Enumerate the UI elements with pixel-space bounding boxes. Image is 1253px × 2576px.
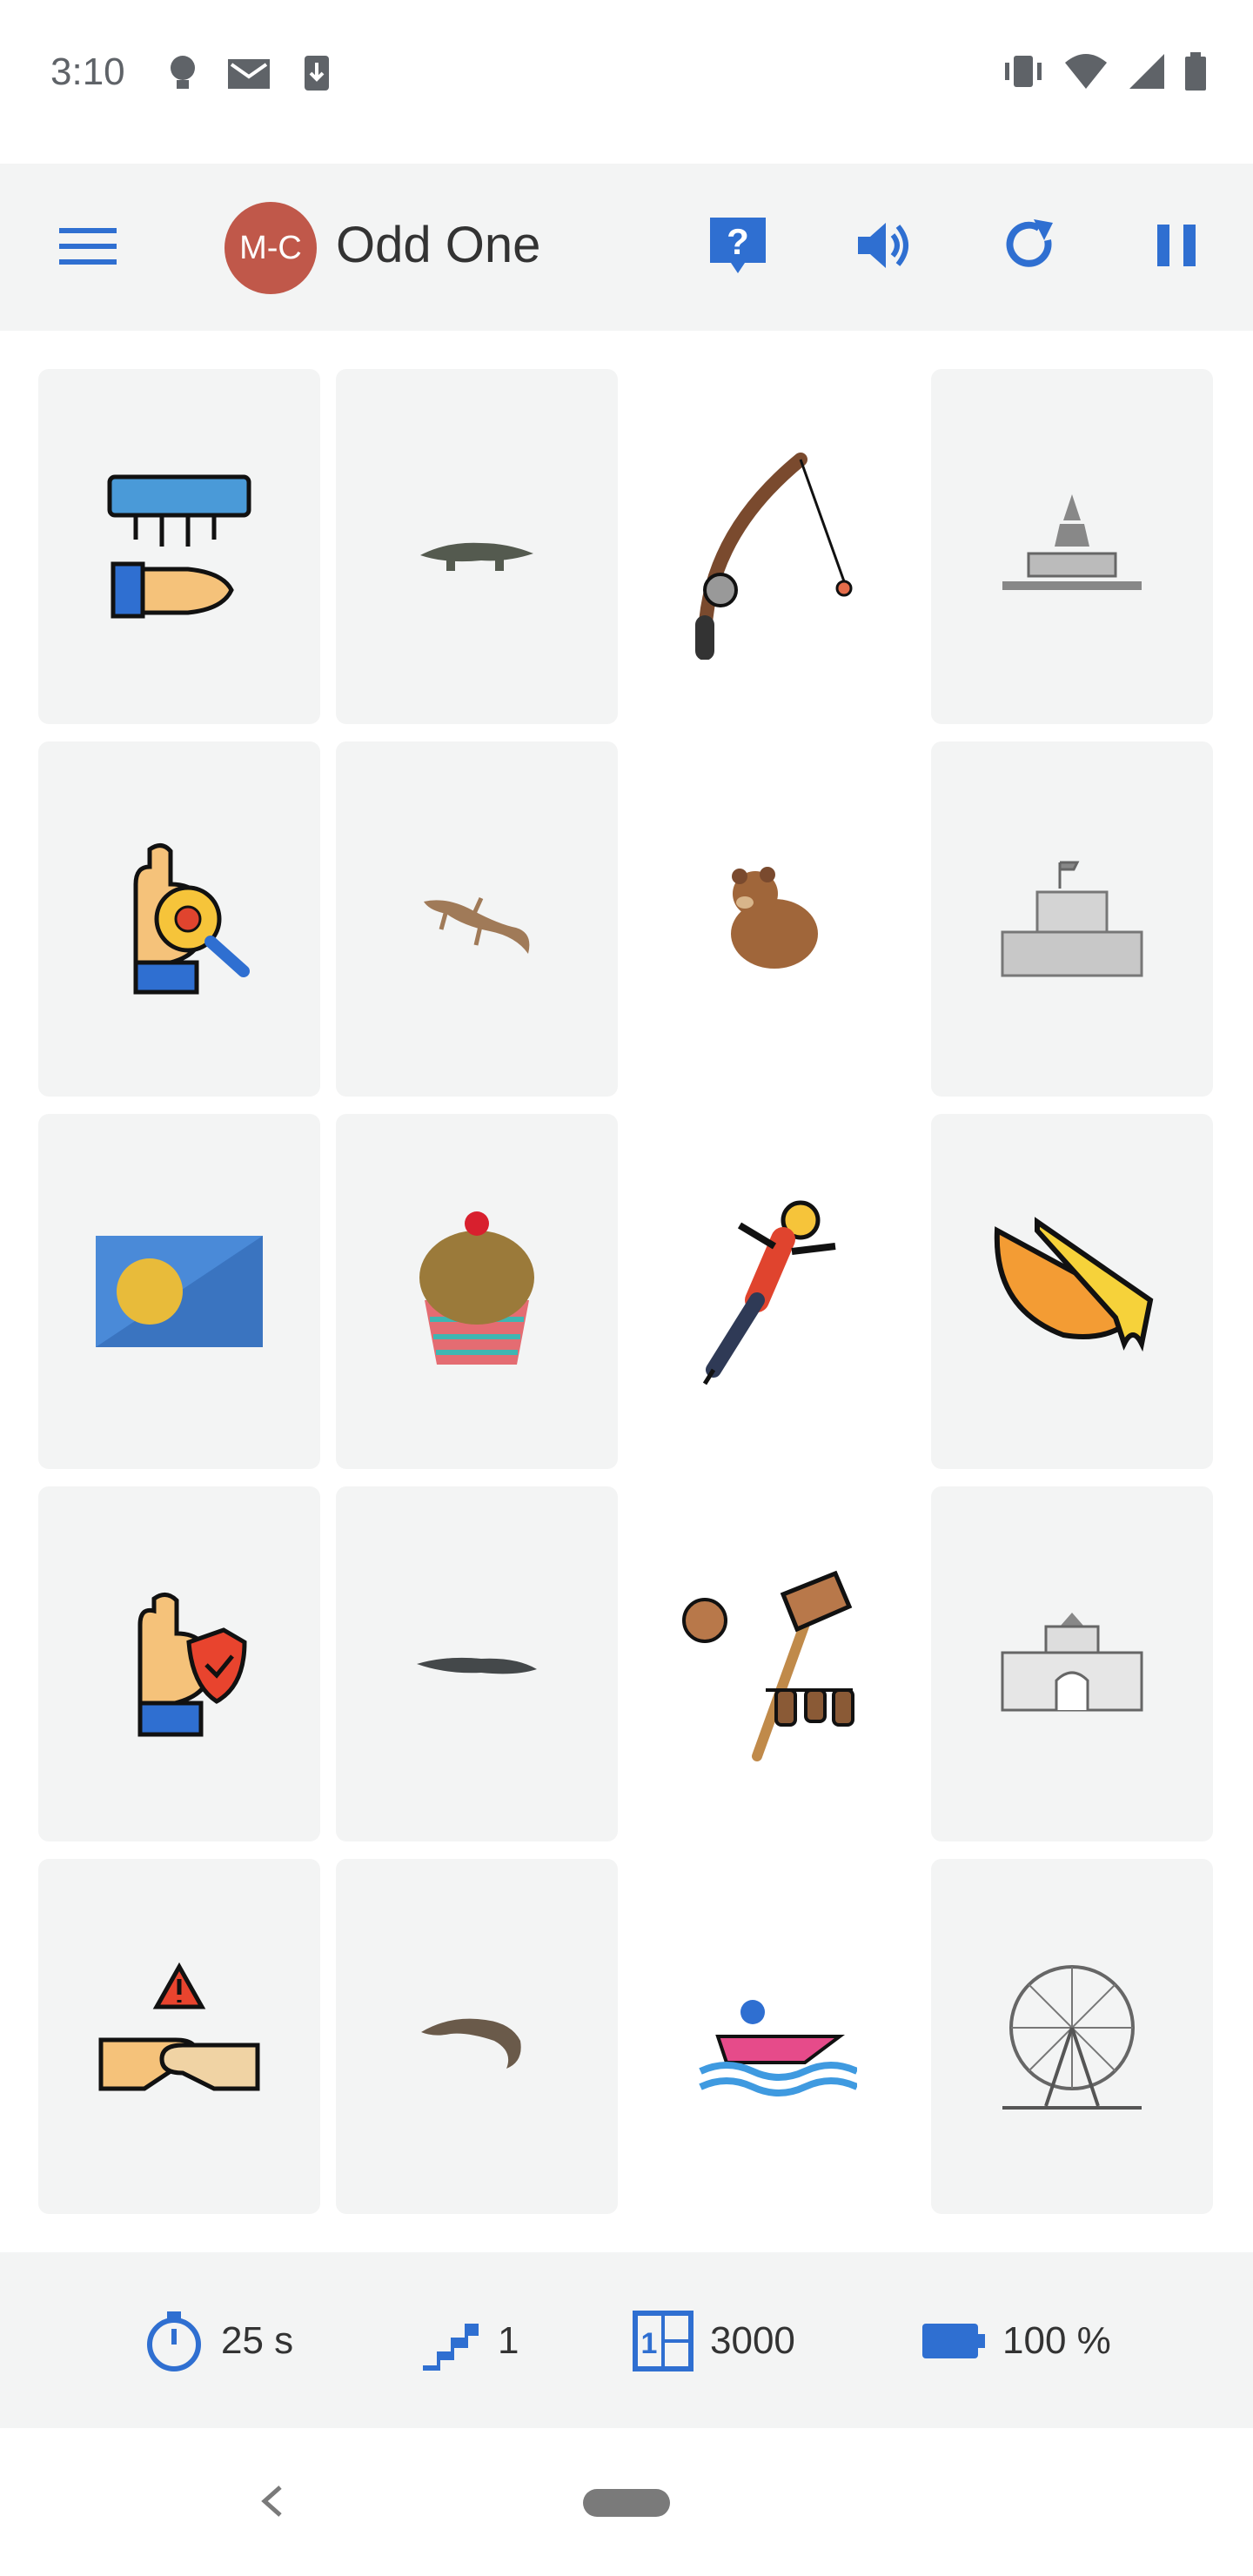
card-alligator[interactable] <box>336 1486 618 1841</box>
card-palau-flag[interactable] <box>38 1114 320 1469</box>
temple-icon <box>1002 494 1142 590</box>
arch-building-icon <box>1001 1613 1143 1712</box>
bungee-jumper-icon <box>702 1200 836 1385</box>
card-crocodile[interactable] <box>336 369 618 724</box>
signal-icon <box>1129 54 1164 89</box>
lizard-icon <box>421 2018 521 2069</box>
sound-icon[interactable] <box>853 214 915 277</box>
battery-stat: 100 % <box>921 2310 1111 2372</box>
card-croquet[interactable] <box>633 1486 915 1841</box>
card-bear[interactable] <box>633 741 915 1097</box>
level-value: 1 <box>498 2319 519 2362</box>
card-arch-building[interactable] <box>931 1486 1213 1841</box>
help-icon[interactable]: ? <box>707 214 769 277</box>
crocodile-icon <box>420 542 533 571</box>
menu-icon[interactable] <box>59 225 117 268</box>
card-mausoleum[interactable] <box>931 741 1213 1097</box>
card-cupcake[interactable] <box>336 1114 618 1469</box>
card-hand-dryer[interactable] <box>38 369 320 724</box>
ferris-wheel-icon <box>1002 1965 1142 2110</box>
card-bungee-jumper[interactable] <box>633 1114 915 1469</box>
level-stat: 1 <box>419 2310 519 2372</box>
status-right-icons <box>1001 50 1208 92</box>
svg-text:?: ? <box>727 221 749 262</box>
stopwatch-icon <box>147 2311 201 2371</box>
app-logo: M-C <box>224 202 317 294</box>
card-handshake-warning[interactable] <box>38 1859 320 2214</box>
hand-dryer-icon <box>107 474 251 619</box>
card-temple[interactable] <box>931 369 1213 724</box>
lightbulb-icon <box>171 56 195 89</box>
card-hand-virus[interactable] <box>38 741 320 1097</box>
cheese-icon <box>994 1217 1154 1352</box>
handshake-warning-icon <box>98 1962 260 2091</box>
app-bar <box>0 164 1253 331</box>
card-fishing-rod[interactable] <box>633 369 915 724</box>
croquet-mallet-icon <box>682 1570 854 1761</box>
card-cheese[interactable] <box>931 1114 1213 1469</box>
mausoleum-icon <box>1001 861 1143 977</box>
battery-status-icon <box>1185 52 1206 91</box>
score-value: 3000 <box>710 2319 795 2362</box>
card-speedboat[interactable] <box>633 1859 915 2214</box>
cupcake-icon <box>419 1211 534 1365</box>
svg-text:1: 1 <box>641 2327 658 2360</box>
stairs-icon <box>423 2324 479 2371</box>
back-icon[interactable] <box>254 2482 289 2520</box>
page-title: Odd One <box>336 217 541 273</box>
restart-icon[interactable] <box>999 214 1062 277</box>
card-hand-shield[interactable] <box>38 1486 320 1841</box>
hand-virus-inspection-icon <box>133 843 250 995</box>
timer-stat: 25 s <box>143 2310 293 2372</box>
speedboat-icon <box>699 2000 857 2096</box>
score-stat: 1 3000 <box>632 2310 795 2372</box>
score-counter-icon: 1 <box>633 2311 694 2371</box>
wifi-icon <box>1065 54 1107 89</box>
pause-icon[interactable] <box>1145 214 1208 277</box>
status-bar: 3:10 <box>0 0 1253 164</box>
palau-flag-icon <box>96 1236 263 1347</box>
card-gecko[interactable] <box>336 741 618 1097</box>
time-left-value: 25 s <box>221 2319 294 2362</box>
download-icon <box>305 56 329 91</box>
battery-value: 100 % <box>1002 2319 1111 2362</box>
gmail-icon <box>228 59 270 89</box>
card-ferris-wheel[interactable] <box>931 1859 1213 2214</box>
home-pill[interactable] <box>583 2489 670 2517</box>
hand-shield-icon <box>137 1593 247 1737</box>
bear-icon <box>731 867 818 969</box>
fishing-rod-icon <box>695 453 853 660</box>
card-lizard[interactable] <box>336 1859 618 2214</box>
status-time: 3:10 <box>50 50 125 93</box>
alligator-icon <box>417 1657 537 1674</box>
battery-icon <box>922 2324 985 2358</box>
gecko-icon <box>424 896 530 954</box>
vibrate-icon <box>1005 56 1042 87</box>
